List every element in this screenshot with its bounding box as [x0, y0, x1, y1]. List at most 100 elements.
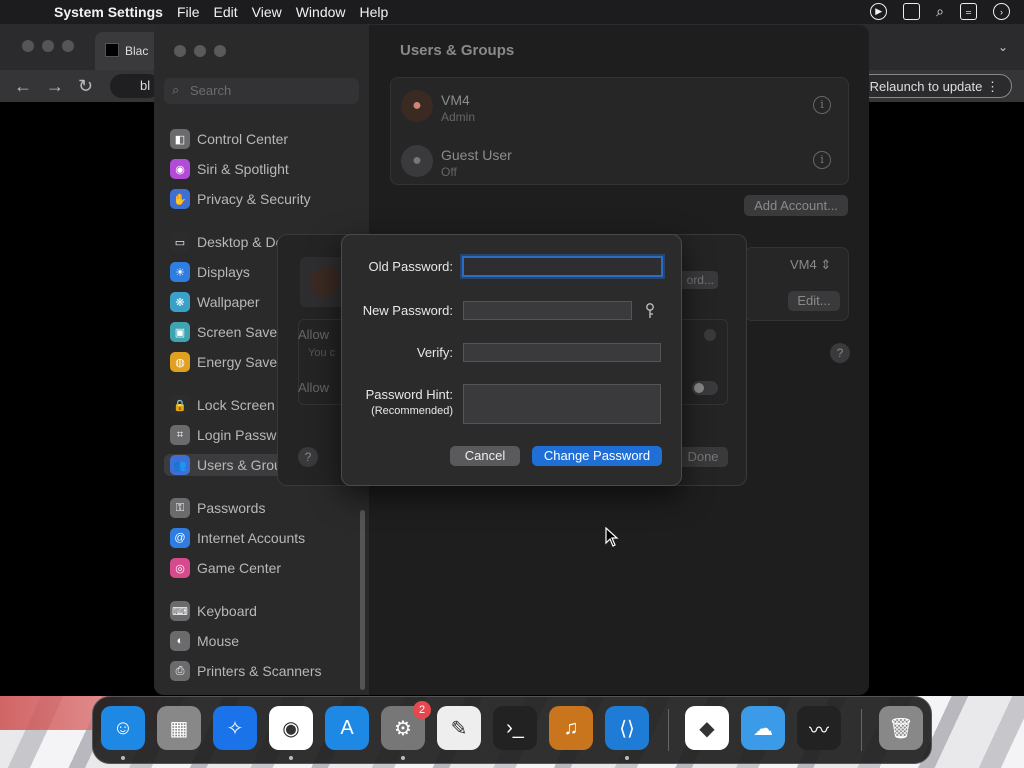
- users-list: ● VM4 Admin i ● Guest User Off i: [390, 77, 849, 185]
- screen-saver-icon: ▣: [170, 322, 190, 342]
- chrome-icon[interactable]: ◉: [269, 706, 313, 750]
- reload-icon[interactable]: ↻: [78, 76, 93, 97]
- sidebar-item-mouse[interactable]: ◐ Mouse: [170, 630, 239, 652]
- password-hint-field[interactable]: [463, 384, 661, 424]
- cancel-button[interactable]: Cancel: [450, 446, 520, 466]
- textedit-icon[interactable]: ✎: [437, 706, 481, 750]
- password-hint-sublabel: (Recommended): [371, 405, 453, 417]
- menu-help[interactable]: Help: [360, 4, 389, 20]
- sidebar-item-control-center[interactable]: ◧ Control Center: [170, 128, 288, 150]
- lock-icon: 🔒: [170, 395, 190, 415]
- user-row-guest[interactable]: ● Guest User Off i: [401, 139, 831, 183]
- sidebar-item-siri-spotlight[interactable]: ◉ Siri & Spotlight: [170, 158, 289, 180]
- sidebar-item-passwords[interactable]: ⚿ Passwords: [170, 497, 265, 519]
- sidebar-item-printers-scanners[interactable]: ⎙ Printers & Scanners: [170, 660, 322, 682]
- launchpad-icon[interactable]: ▦: [157, 706, 201, 750]
- spotlight-search-icon[interactable]: ⌕: [936, 3, 944, 20]
- sidebar-item-keyboard[interactable]: ⌨ Keyboard: [170, 600, 257, 622]
- menu-window[interactable]: Window: [296, 4, 346, 20]
- forward-arrow-icon[interactable]: →: [46, 76, 64, 97]
- menu-edit[interactable]: Edit: [214, 4, 238, 20]
- verify-field[interactable]: [463, 343, 661, 362]
- sidebar-item-wallpaper[interactable]: ❋ Wallpaper: [170, 291, 260, 313]
- sidebar-item-internet-accounts[interactable]: @ Internet Accounts: [170, 527, 305, 549]
- control-center-toggle-icon[interactable]: ⚌: [960, 3, 977, 20]
- auto-login-select[interactable]: VM4 ⇕: [790, 257, 831, 273]
- at-sign-icon: @: [170, 528, 190, 548]
- privacy-hand-icon: ✋: [170, 189, 190, 209]
- sidebar-item-privacy-security[interactable]: ✋ Privacy & Security: [170, 188, 311, 210]
- wallpaper-icon: ❋: [170, 292, 190, 312]
- menu-view[interactable]: View: [252, 4, 282, 20]
- menu-file[interactable]: File: [177, 4, 200, 20]
- trash-icon[interactable]: 🗑: [879, 706, 923, 750]
- dock-separator: [861, 709, 862, 751]
- user-row-vm4[interactable]: ● VM4 Admin i: [401, 84, 831, 128]
- display-mirror-icon[interactable]: [903, 3, 921, 20]
- sidebar-item-label: Siri & Spotlight: [197, 161, 289, 177]
- sidebar-item-displays[interactable]: ☀ Displays: [170, 261, 250, 283]
- add-account-button[interactable]: Add Account...: [744, 195, 848, 216]
- menu-app-name[interactable]: System Settings: [54, 4, 163, 20]
- sidebar-item-game-center[interactable]: ◎ Game Center: [170, 557, 281, 579]
- edit-button[interactable]: Edit...: [788, 291, 840, 311]
- mouse-pointer-icon: [605, 527, 619, 547]
- users-groups-icon: 👥: [170, 455, 190, 475]
- sidebar-item-label: Displays: [197, 264, 250, 280]
- allow-label: Allow: [298, 327, 330, 342]
- relaunch-to-update-button[interactable]: Relaunch to update ⋮: [858, 74, 1012, 98]
- sidebar-item-label: Control Center: [197, 131, 289, 147]
- desktop-icon: ▭: [170, 232, 190, 252]
- change-password-button[interactable]: Change Password: [532, 446, 662, 466]
- control-center-icon: ◧: [170, 129, 190, 149]
- verify-label: Verify:: [416, 345, 453, 360]
- new-password-field[interactable]: [463, 301, 632, 320]
- sidebar-item-label: Lock Screen: [197, 397, 275, 413]
- weather-icon[interactable]: ☁: [741, 706, 785, 750]
- sidebar-item-label: Wallpaper: [197, 294, 260, 310]
- sidebar-scrollbar[interactable]: [360, 510, 365, 690]
- browser-window-controls[interactable]: [22, 40, 74, 52]
- help-button[interactable]: ?: [298, 447, 318, 467]
- password-assistant-key-icon[interactable]: [644, 303, 658, 319]
- user-name: Guest User: [441, 147, 512, 163]
- address-bar[interactable]: bl: [110, 74, 160, 98]
- screen-recording-icon[interactable]: ▶: [870, 3, 888, 20]
- visual-studio-icon[interactable]: ◆: [685, 706, 729, 750]
- done-button[interactable]: Done: [678, 447, 728, 467]
- info-icon[interactable]: i: [813, 96, 831, 114]
- activity-monitor-icon[interactable]: 〰: [797, 706, 841, 750]
- allow-toggle[interactable]: [692, 381, 718, 395]
- help-button[interactable]: ?: [830, 343, 850, 363]
- window-controls[interactable]: [174, 45, 226, 57]
- sidebar-item-screen-saver[interactable]: ▣ Screen Saver: [170, 321, 282, 343]
- game-center-icon: ◎: [170, 558, 190, 578]
- siri-menu-icon[interactable]: ›: [993, 3, 1010, 20]
- safari-icon[interactable]: ✧: [213, 706, 257, 750]
- guitar-icon[interactable]: ♫: [549, 706, 593, 750]
- terminal-icon[interactable]: ›_: [493, 706, 537, 750]
- sidebar-item-label: Energy Saver: [197, 354, 282, 370]
- guest-avatar-icon: ●: [401, 145, 433, 177]
- back-arrow-icon[interactable]: ←: [14, 76, 32, 97]
- sidebar-item-label: Internet Accounts: [197, 530, 306, 546]
- old-password-label: Old Password:: [368, 259, 453, 274]
- radio-icon[interactable]: [704, 329, 716, 341]
- sidebar-item-label: Mouse: [197, 633, 240, 649]
- finder-icon[interactable]: ☺: [101, 706, 145, 750]
- sidebar-item-label: Privacy & Security: [197, 191, 311, 207]
- sidebar-item-energy-saver[interactable]: ◍ Energy Saver: [170, 351, 282, 373]
- old-password-field[interactable]: [462, 256, 663, 277]
- new-password-label: New Password:: [362, 303, 453, 318]
- tab-list-chevron-icon[interactable]: ⌄: [998, 40, 1008, 54]
- sidebar-item-lock-screen[interactable]: 🔒 Lock Screen: [170, 394, 275, 416]
- info-icon[interactable]: i: [813, 151, 831, 169]
- sidebar-search-input[interactable]: ⌕ Search: [164, 78, 359, 104]
- allow-sublabel: You c: [308, 347, 336, 359]
- app-store-icon[interactable]: A: [325, 706, 369, 750]
- change-password-sheet-button[interactable]: ord...: [678, 271, 718, 289]
- siri-icon: ◉: [170, 159, 190, 179]
- allow-label: Allow: [298, 380, 330, 395]
- updown-chevron-icon: ⇕: [820, 257, 832, 272]
- vscode-icon[interactable]: ⟨⟩: [605, 706, 649, 750]
